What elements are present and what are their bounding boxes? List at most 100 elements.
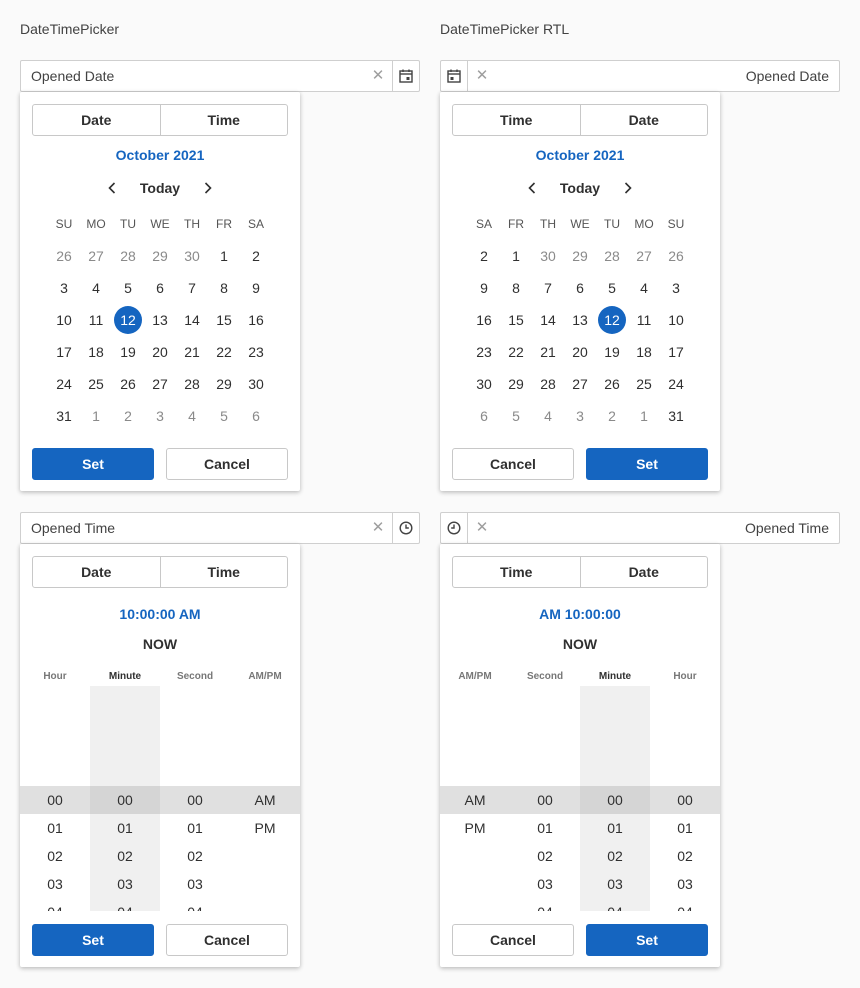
calendar-day[interactable]: 1 (208, 240, 240, 272)
ampm-column[interactable]: AM/PM AM PM (230, 666, 300, 911)
calendar-day[interactable]: 1 (80, 400, 112, 432)
clock-icon[interactable] (441, 513, 468, 543)
calendar-day[interactable]: 2 (112, 400, 144, 432)
tab-date[interactable]: Date (33, 557, 160, 587)
hour-column[interactable]: Hour 0001020304 (650, 666, 720, 911)
minute-column[interactable]: Minute 0001020304 (90, 666, 160, 911)
calendar-day[interactable]: 5 (112, 272, 144, 304)
time-option[interactable]: 01 (20, 814, 90, 842)
calendar-day[interactable]: 24 (660, 368, 692, 400)
calendar-day[interactable]: 17 (48, 336, 80, 368)
time-option[interactable]: 01 (650, 814, 720, 842)
date-field-ltr[interactable]: Opened Date ✕ (20, 60, 420, 92)
calendar-day[interactable]: 8 (208, 272, 240, 304)
time-option[interactable]: 01 (580, 814, 650, 842)
time-option[interactable]: PM (440, 814, 510, 842)
chevron-right-icon[interactable] (196, 178, 220, 198)
calendar-day[interactable]: 6 (564, 272, 596, 304)
time-option[interactable]: 00 (20, 786, 90, 814)
calendar-day[interactable]: 28 (112, 240, 144, 272)
calendar-day[interactable]: 14 (532, 304, 564, 336)
calendar-day[interactable]: 26 (596, 368, 628, 400)
time-option[interactable]: 03 (90, 870, 160, 898)
calendar-day[interactable]: 6 (144, 272, 176, 304)
calendar-day[interactable]: 19 (596, 336, 628, 368)
calendar-day[interactable]: 30 (240, 368, 272, 400)
calendar-day[interactable]: 25 (628, 368, 660, 400)
time-option[interactable]: 00 (650, 786, 720, 814)
time-field-ltr[interactable]: Opened Time ✕ (20, 512, 420, 544)
today-button[interactable]: Today (544, 180, 616, 196)
calendar-day[interactable]: 29 (564, 240, 596, 272)
tab-date[interactable]: Date (579, 557, 708, 587)
time-option[interactable]: 04 (20, 898, 90, 911)
time-option[interactable]: 04 (160, 898, 230, 911)
calendar-day[interactable]: 2 (596, 400, 628, 432)
calendar-day[interactable]: 13 (564, 304, 596, 336)
calendar-day[interactable]: 9 (468, 272, 500, 304)
time-option[interactable]: AM (440, 786, 510, 814)
calendar-day[interactable]: 4 (532, 400, 564, 432)
cancel-button[interactable]: Cancel (452, 924, 574, 956)
calendar-day[interactable]: 31 (48, 400, 80, 432)
chevron-left-icon[interactable] (100, 178, 124, 198)
calendar-day[interactable]: 23 (468, 336, 500, 368)
chevron-right-icon[interactable] (616, 178, 640, 198)
calendar-day[interactable]: 29 (144, 240, 176, 272)
tab-time[interactable]: Time (159, 105, 288, 135)
calendar-day[interactable]: 18 (628, 336, 660, 368)
time-option[interactable]: 04 (580, 898, 650, 911)
calendar-day[interactable]: 15 (208, 304, 240, 336)
calendar-day[interactable]: 7 (532, 272, 564, 304)
time-option[interactable]: 04 (650, 898, 720, 911)
calendar-day[interactable]: 16 (468, 304, 500, 336)
calendar-day[interactable]: 18 (80, 336, 112, 368)
calendar-icon[interactable] (392, 61, 419, 91)
calendar-day[interactable]: 1 (628, 400, 660, 432)
calendar-day[interactable]: 27 (80, 240, 112, 272)
calendar-day[interactable]: 28 (532, 368, 564, 400)
calendar-day[interactable]: 8 (500, 272, 532, 304)
calendar-day-selected[interactable]: 12 (112, 304, 144, 336)
second-column[interactable]: Second 0001020304 (160, 666, 230, 911)
time-option[interactable]: 00 (90, 786, 160, 814)
time-option[interactable]: 02 (20, 842, 90, 870)
calendar-day[interactable]: 20 (564, 336, 596, 368)
tab-time[interactable]: Time (453, 557, 580, 587)
minute-column[interactable]: Minute 0001020304 (580, 666, 650, 911)
calendar-day[interactable]: 23 (240, 336, 272, 368)
clock-icon[interactable] (392, 513, 419, 543)
calendar-day[interactable]: 6 (468, 400, 500, 432)
calendar-day[interactable]: 3 (144, 400, 176, 432)
calendar-day[interactable]: 30 (176, 240, 208, 272)
calendar-day[interactable]: 27 (144, 368, 176, 400)
calendar-day[interactable]: 29 (500, 368, 532, 400)
cancel-button[interactable]: Cancel (166, 924, 288, 956)
chevron-left-icon[interactable] (520, 178, 544, 198)
calendar-day[interactable]: 11 (80, 304, 112, 336)
time-option[interactable]: 03 (580, 870, 650, 898)
calendar-icon[interactable] (441, 61, 468, 91)
calendar-day-selected[interactable]: 12 (596, 304, 628, 336)
calendar-day[interactable]: 20 (144, 336, 176, 368)
calendar-day[interactable]: 21 (176, 336, 208, 368)
set-button[interactable]: Set (32, 448, 154, 480)
cancel-button[interactable]: Cancel (452, 448, 574, 480)
calendar-day[interactable]: 27 (564, 368, 596, 400)
date-field-rtl[interactable]: ✕ Opened Date (440, 60, 840, 92)
time-option[interactable]: 04 (510, 898, 580, 911)
time-option[interactable]: 00 (510, 786, 580, 814)
set-button[interactable]: Set (32, 924, 154, 956)
time-option[interactable]: 02 (650, 842, 720, 870)
calendar-day[interactable]: 21 (532, 336, 564, 368)
ampm-column[interactable]: AM/PM AM PM (440, 666, 510, 911)
time-option[interactable]: AM (230, 786, 300, 814)
calendar-day[interactable]: 19 (112, 336, 144, 368)
close-icon[interactable]: ✕ (366, 513, 390, 543)
time-option[interactable]: 01 (160, 814, 230, 842)
time-option[interactable]: 02 (160, 842, 230, 870)
calendar-day[interactable]: 15 (500, 304, 532, 336)
tab-time[interactable]: Time (453, 105, 580, 135)
time-option[interactable]: 03 (510, 870, 580, 898)
calendar-day[interactable]: 24 (48, 368, 80, 400)
